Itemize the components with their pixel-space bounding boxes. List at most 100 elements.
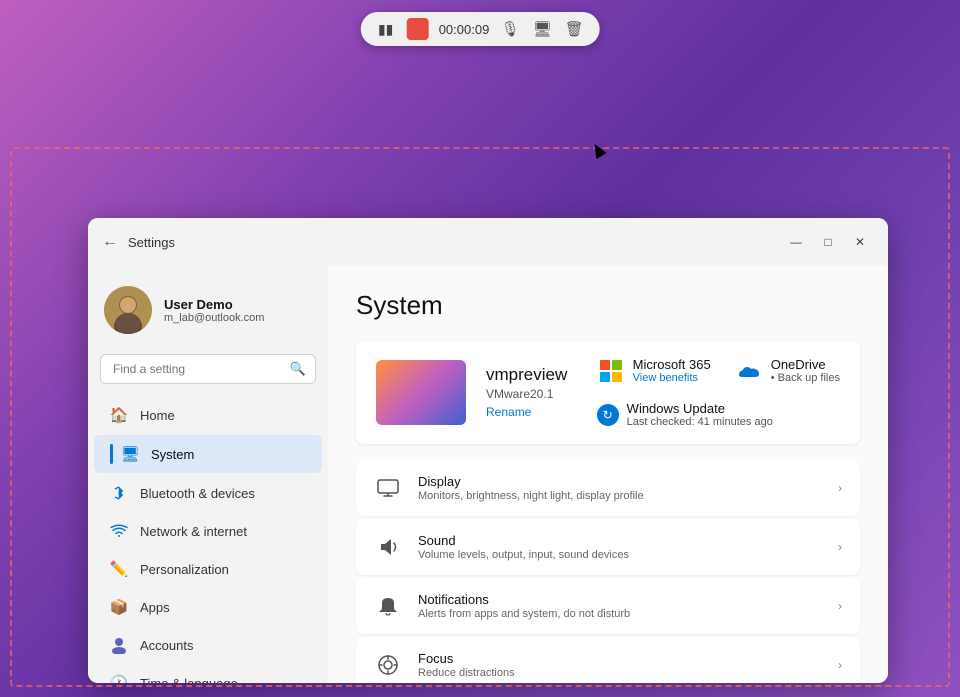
device-info: vmpreview VMware20.1 Rename	[486, 365, 577, 421]
device-vm: VMware20.1	[486, 387, 577, 401]
notifications-title: Notifications	[418, 592, 822, 607]
m365-icon	[597, 357, 625, 385]
sidebar-item-home[interactable]: 🏠 Home	[94, 397, 322, 433]
close-button[interactable]: ✕	[846, 228, 874, 256]
m365-subtitle: View benefits	[633, 372, 711, 384]
avatar	[104, 286, 152, 334]
device-preview-image	[376, 360, 466, 425]
user-profile: User Demo m_lab@outlook.com	[88, 274, 328, 350]
sidebar-item-network[interactable]: Network & internet	[94, 513, 322, 549]
focus-title: Focus	[418, 651, 822, 666]
sidebar-item-label-apps: Apps	[140, 600, 170, 615]
title-bar: ← Settings — □ ✕	[88, 218, 888, 266]
bluetooth-icon	[110, 484, 128, 502]
m365-text: Microsoft 365 View benefits	[633, 357, 711, 384]
sidebar-item-label-bluetooth: Bluetooth & devices	[140, 486, 255, 501]
notifications-icon	[374, 592, 402, 620]
onedrive-item: OneDrive • Back up files	[735, 357, 840, 385]
mic-button[interactable]: 🎙	[499, 18, 521, 40]
onedrive-title: OneDrive	[771, 357, 840, 372]
sidebar-item-label-system: System	[151, 447, 194, 462]
settings-body: User Demo m_lab@outlook.com 🔍 🏠 Home 🖥 S…	[88, 266, 888, 683]
search-icon: 🔍	[290, 361, 306, 377]
pause-button[interactable]: ▮▮	[375, 18, 397, 40]
focus-text: Focus Reduce distractions	[418, 651, 822, 679]
sidebar-item-label-time: Time & language	[140, 676, 238, 684]
windows-update-text: Windows Update Last checked: 41 minutes …	[627, 401, 773, 428]
page-title: System	[356, 290, 860, 321]
sidebar-item-label-accounts: Accounts	[140, 638, 193, 653]
sidebar-item-label-personalization: Personalization	[140, 562, 229, 577]
sidebar-item-accounts[interactable]: Accounts	[94, 627, 322, 663]
sound-text: Sound Volume levels, output, input, soun…	[418, 533, 822, 561]
active-indicator	[110, 444, 113, 464]
windows-update-subtitle: Last checked: 41 minutes ago	[627, 416, 773, 428]
windows-update-item: ↻ Windows Update Last checked: 41 minute…	[597, 401, 773, 428]
time-icon: 🕐	[110, 674, 128, 683]
sidebar-item-label-network: Network & internet	[140, 524, 247, 539]
sidebar-item-label-home: Home	[140, 408, 175, 423]
user-email: m_lab@outlook.com	[164, 312, 264, 324]
sidebar-item-system[interactable]: 🖥 System	[94, 435, 322, 473]
network-icon	[110, 522, 128, 540]
user-name: User Demo	[164, 297, 264, 312]
screen-button[interactable]: 🖥	[531, 18, 553, 40]
sound-chevron-icon: ›	[838, 540, 842, 554]
sound-title: Sound	[418, 533, 822, 548]
settings-list: Display Monitors, brightness, night ligh…	[356, 460, 860, 683]
user-info: User Demo m_lab@outlook.com	[164, 297, 264, 324]
device-card: vmpreview VMware20.1 Rename	[356, 341, 860, 444]
sidebar: User Demo m_lab@outlook.com 🔍 🏠 Home 🖥 S…	[88, 266, 328, 683]
home-icon: 🏠	[110, 406, 128, 424]
windows-update-icon: ↻	[597, 404, 619, 426]
m365-item: Microsoft 365 View benefits	[597, 357, 711, 385]
stop-icon	[413, 24, 423, 34]
minimize-button[interactable]: —	[782, 228, 810, 256]
delete-button[interactable]: 🗑	[563, 18, 585, 40]
apps-icon: 📦	[110, 598, 128, 616]
device-rename-link[interactable]: Rename	[486, 405, 531, 419]
timer-display: 00:00:09	[439, 22, 490, 37]
sound-icon	[374, 533, 402, 561]
focus-icon	[374, 651, 402, 679]
window-title: Settings	[128, 235, 175, 250]
display-text: Display Monitors, brightness, night ligh…	[418, 474, 822, 502]
notifications-chevron-icon: ›	[838, 599, 842, 613]
display-subtitle: Monitors, brightness, night light, displ…	[418, 490, 822, 502]
notifications-subtitle: Alerts from apps and system, do not dist…	[418, 608, 822, 620]
m365-title: Microsoft 365	[633, 357, 711, 372]
notifications-text: Notifications Alerts from apps and syste…	[418, 592, 822, 620]
device-name: vmpreview	[486, 365, 577, 385]
windows-update-title: Windows Update	[627, 401, 773, 416]
sound-subtitle: Volume levels, output, input, sound devi…	[418, 549, 822, 561]
window-controls: — □ ✕	[782, 228, 874, 256]
stop-button[interactable]	[407, 18, 429, 40]
focus-subtitle: Reduce distractions	[418, 667, 822, 679]
sidebar-item-bluetooth[interactable]: Bluetooth & devices	[94, 475, 322, 511]
cloud-services: Microsoft 365 View benefits	[597, 357, 840, 385]
search-box: 🔍	[100, 354, 316, 384]
accounts-icon	[110, 636, 128, 654]
sidebar-item-time[interactable]: 🕐 Time & language	[94, 665, 322, 683]
display-title: Display	[418, 474, 822, 489]
settings-item-sound[interactable]: Sound Volume levels, output, input, soun…	[356, 519, 860, 575]
personalization-icon: ✏️	[110, 560, 128, 578]
back-button[interactable]: ←	[102, 233, 118, 251]
display-icon	[374, 474, 402, 502]
search-input[interactable]	[100, 354, 316, 384]
sidebar-item-apps[interactable]: 📦 Apps	[94, 589, 322, 625]
settings-window: ← Settings — □ ✕	[88, 218, 888, 683]
display-chevron-icon: ›	[838, 481, 842, 495]
settings-item-notifications[interactable]: Notifications Alerts from apps and syste…	[356, 578, 860, 634]
system-icon: 🖥	[121, 445, 139, 463]
onedrive-icon	[735, 357, 763, 385]
settings-item-focus[interactable]: Focus Reduce distractions ›	[356, 637, 860, 683]
sidebar-item-personalization[interactable]: ✏️ Personalization	[94, 551, 322, 587]
settings-item-display[interactable]: Display Monitors, brightness, night ligh…	[356, 460, 860, 516]
main-panel: System vmpreview VMware20.1 Rename	[328, 266, 888, 683]
title-bar-left: ← Settings	[102, 233, 175, 251]
recording-toolbar: ▮▮ 00:00:09 🎙 🖥 🗑	[361, 12, 600, 46]
maximize-button[interactable]: □	[814, 228, 842, 256]
focus-chevron-icon: ›	[838, 658, 842, 672]
onedrive-text: OneDrive • Back up files	[771, 357, 840, 384]
